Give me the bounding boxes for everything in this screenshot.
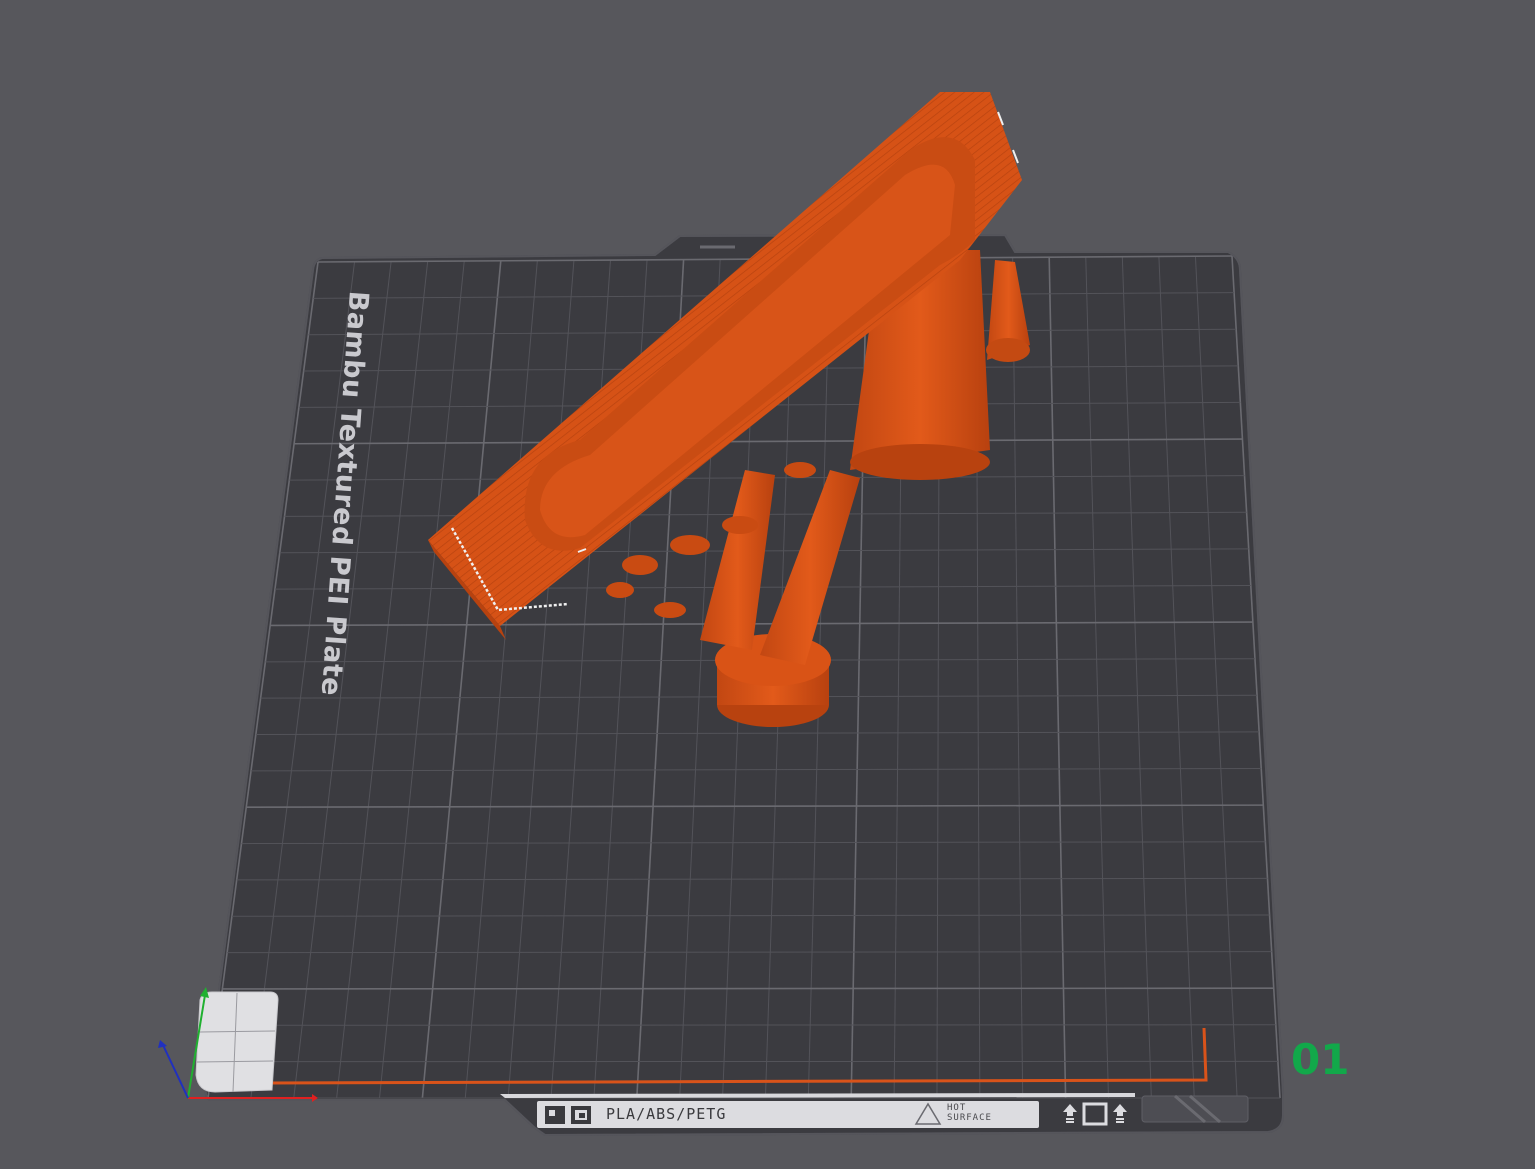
grid-line-horizontal: [217, 1024, 1276, 1026]
grid-line-horizontal: [222, 987, 1274, 990]
warning-line-1: HOT: [947, 1103, 967, 1113]
warning-line-2: SURFACE: [947, 1113, 992, 1123]
3d-viewport[interactable]: [0, 0, 1535, 1169]
material-compat-text: PLA/ABS/PETG: [606, 1105, 727, 1123]
hot-surface-warning: HOT SURFACE: [947, 1103, 1037, 1123]
plate-number-label: 01: [1291, 1035, 1350, 1084]
z-axis-line: [162, 1044, 189, 1099]
